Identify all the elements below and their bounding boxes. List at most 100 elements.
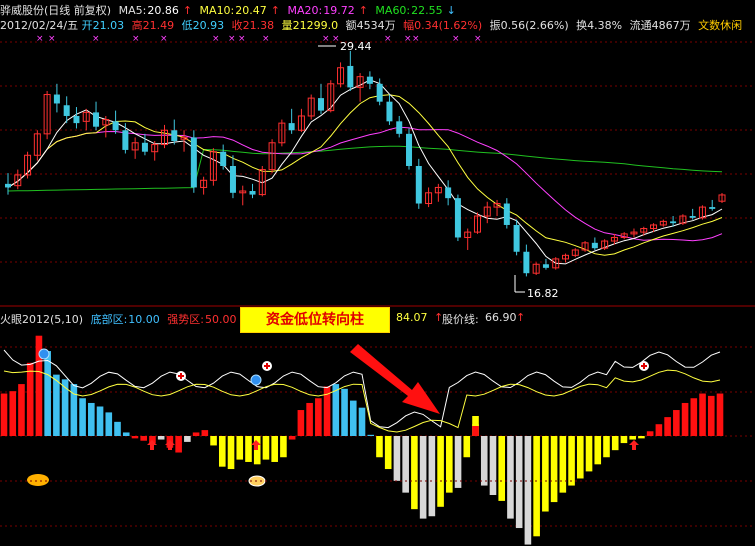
indicator-bar — [140, 436, 148, 441]
indicator-bar — [184, 436, 191, 442]
indicator-bar — [428, 436, 436, 517]
indicator-bar — [88, 402, 95, 436]
indicator-bar — [664, 417, 671, 436]
candle-body-down — [454, 198, 461, 238]
red-arrow — [350, 344, 440, 414]
candle-body-down — [523, 251, 530, 274]
candle-body-down — [689, 216, 696, 218]
indicator-bars — [0, 335, 724, 545]
indicator-bar — [550, 436, 558, 503]
candle-body-down — [190, 137, 197, 188]
indicator-bar — [157, 436, 165, 440]
indicator-bar — [341, 388, 348, 436]
candle-body-down — [513, 224, 520, 252]
indicator-bar — [105, 412, 113, 436]
indicator-bar — [96, 406, 104, 436]
markers: × × × × × × × × × × × × × × × × — [36, 34, 525, 293]
indicator-bar — [262, 436, 270, 460]
indicator-bar — [620, 436, 628, 444]
candle-body-down — [670, 221, 677, 224]
indicator-bar — [629, 436, 636, 440]
indicator-bar — [218, 436, 226, 467]
indicator-bar — [437, 436, 444, 507]
indicator-bar — [44, 351, 51, 436]
indicator-bar — [245, 436, 252, 462]
indicator-bar — [0, 393, 8, 436]
candle-body-down — [366, 76, 373, 84]
indicator-bar — [384, 436, 392, 470]
indicator-bar — [690, 398, 698, 436]
signal-x-mark: × — [404, 34, 412, 44]
indicator-bar — [131, 436, 139, 439]
ma20-line — [7, 126, 723, 242]
candle-body-down — [396, 121, 403, 134]
indicator-bar — [175, 436, 182, 453]
candle-body-down — [220, 151, 227, 166]
indicator-bar — [568, 436, 575, 486]
signal-x-mark: × — [412, 34, 420, 44]
indicator-bar — [411, 436, 418, 510]
candle-body-down — [376, 83, 383, 102]
candle-body-down — [171, 130, 178, 141]
indicator-bar — [236, 436, 244, 460]
candle-body-down — [122, 130, 129, 150]
candle-body-down — [249, 191, 256, 195]
indicator-bar — [489, 436, 497, 495]
indicator-bar — [114, 421, 121, 436]
signal-x-mark: × — [474, 34, 482, 44]
indicator-bar — [707, 395, 715, 436]
candle-body-down — [112, 121, 119, 131]
indicator-bar — [79, 398, 86, 436]
candle-body-down — [445, 187, 452, 199]
indicator-bar — [515, 436, 523, 529]
candle-body-down — [415, 166, 422, 204]
signal-x-mark: × — [36, 34, 44, 44]
indicator-bar — [201, 430, 209, 436]
blue-ball-icon — [38, 348, 50, 360]
indicator-bar — [393, 436, 401, 481]
indicator-bar — [9, 391, 17, 436]
blue-ball-icon — [250, 374, 262, 386]
indicator-bar — [376, 436, 383, 458]
indicator-bar — [446, 436, 453, 493]
signal-x-mark: × — [238, 34, 246, 44]
indicator-bar — [655, 424, 663, 436]
indicator-bar — [594, 436, 602, 465]
indicator-bar — [559, 436, 567, 493]
indicator-bar — [699, 393, 706, 436]
stock-chart[interactable]: × × × × × × × × × × × × × × × × 29.44 16.82 — [0, 0, 755, 546]
indicator-bar — [315, 398, 322, 436]
gold-ingot-icon — [27, 474, 49, 486]
candle-body-down — [5, 183, 11, 188]
indicator-bar — [454, 436, 462, 488]
indicator-bar — [681, 402, 689, 436]
indicator-bar — [480, 436, 488, 486]
signal-x-mark: × — [332, 34, 340, 44]
indicator-bar — [53, 374, 60, 436]
indicator-bar — [122, 432, 130, 436]
candle-body-down — [141, 142, 148, 152]
indicator-bar — [227, 436, 235, 470]
indicator-bar — [288, 436, 296, 440]
candle-body-down — [63, 105, 70, 116]
indicator-bar — [210, 436, 217, 446]
signal-x-mark: × — [384, 34, 392, 44]
candle-body-down — [347, 65, 354, 88]
signal-x-mark: × — [262, 34, 270, 44]
signal-x-mark: × — [92, 34, 100, 44]
indicator-bar — [716, 393, 724, 436]
indicator-bar — [367, 434, 375, 436]
candle-body-down — [317, 98, 324, 111]
candle-body-down — [542, 264, 549, 268]
indicator-bar — [603, 436, 610, 458]
indicator-bar — [638, 436, 645, 439]
signal-x-mark: × — [48, 34, 56, 44]
indicator-bar — [507, 436, 514, 519]
indicator-bar — [271, 436, 278, 462]
signal-x-mark: × — [452, 34, 460, 44]
signal-x-mark: × — [132, 34, 140, 44]
indicator-bar — [646, 431, 654, 436]
indicator-bar — [585, 436, 593, 472]
indicator-bar — [542, 436, 549, 512]
up-arrow-icon — [629, 440, 639, 450]
